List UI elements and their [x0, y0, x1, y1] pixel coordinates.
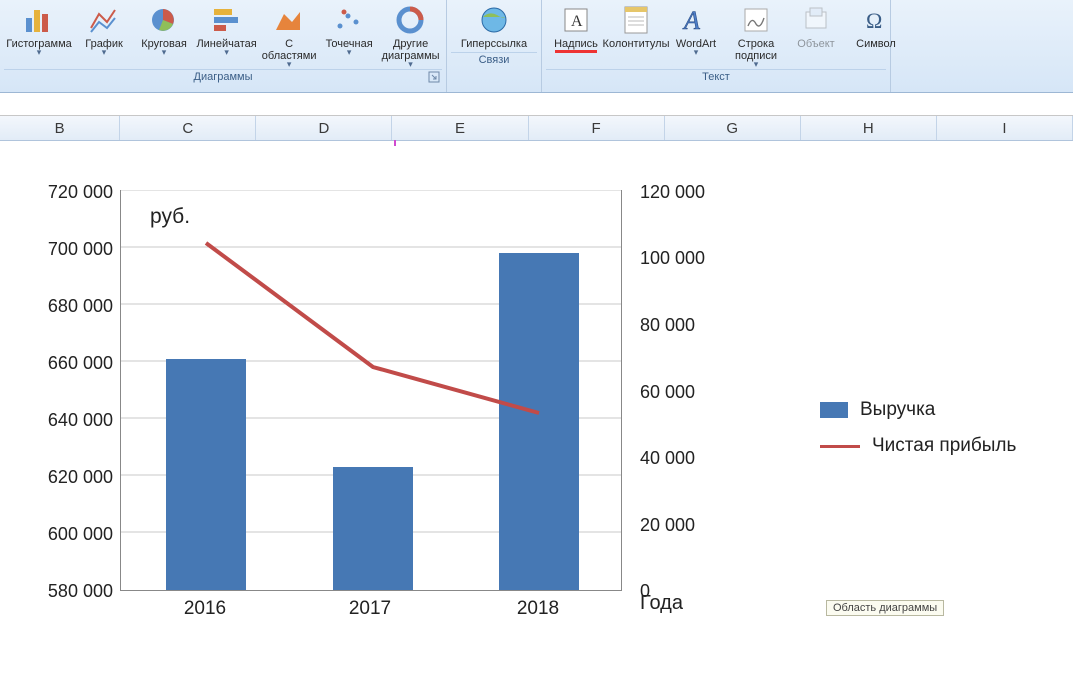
signature-icon	[740, 4, 772, 36]
y-left-tick: 580 000	[23, 581, 113, 602]
dropdown-caret-icon: ▾	[102, 50, 107, 55]
dropdown-caret-icon: ▾	[408, 62, 413, 67]
btn-chart-scatter[interactable]: Точечная ▾	[319, 2, 379, 57]
dialog-launcher-icon[interactable]	[428, 71, 440, 83]
svg-text:A: A	[682, 6, 700, 35]
dropdown-caret-icon: ▾	[162, 50, 167, 55]
omega-icon: Ω	[860, 4, 892, 36]
bar-chart-icon	[211, 4, 243, 36]
chart-legend[interactable]: Выручка Чистая прибыль	[820, 385, 1016, 471]
scatter-chart-icon	[333, 4, 365, 36]
dropdown-caret-icon: ▾	[224, 50, 229, 55]
y-right-tick: 20 000	[640, 515, 730, 536]
btn-wordart[interactable]: A WordArt ▾	[666, 2, 726, 57]
dropdown-caret-icon: ▾	[287, 62, 292, 67]
legend-item-line[interactable]: Чистая прибыль	[820, 435, 1016, 457]
legend-swatch-bar	[820, 402, 848, 418]
plot-area[interactable]	[120, 190, 622, 591]
chart-area[interactable]: 720 000 700 000 680 000 660 000 640 000 …	[0, 160, 1073, 670]
active-underline	[555, 50, 597, 53]
btn-hyperlink[interactable]: Гиперссылка	[451, 2, 537, 52]
other-charts-icon	[395, 4, 427, 36]
legend-label: Выручка	[860, 399, 935, 421]
y-right-tick: 60 000	[640, 382, 730, 403]
y-right-tick: 120 000	[640, 182, 730, 203]
x-axis-title[interactable]: Года	[640, 592, 683, 615]
btn-signature-line[interactable]: Строка подписи ▾	[726, 2, 786, 69]
headerfooter-icon	[620, 4, 652, 36]
btn-label: Символ	[856, 38, 896, 50]
wordart-icon: A	[680, 4, 712, 36]
btn-symbol[interactable]: Ω Символ	[846, 2, 906, 52]
y-left-tick: 700 000	[23, 239, 113, 260]
y-left-tick: 720 000	[23, 182, 113, 203]
btn-chart-column[interactable]: Гистограмма ▾	[4, 2, 74, 57]
globe-icon	[478, 4, 510, 36]
btn-chart-bar[interactable]: Линейчатая ▾	[194, 2, 259, 57]
col-header[interactable]: I	[937, 116, 1073, 140]
group-title-links: Связи	[451, 52, 537, 67]
col-header[interactable]: G	[665, 116, 801, 140]
group-title-label: Диаграммы	[194, 71, 253, 83]
group-title-label: Связи	[479, 54, 510, 66]
dropdown-caret-icon: ▾	[754, 62, 759, 67]
btn-label: Надпись	[554, 38, 598, 50]
svg-text:Ω: Ω	[866, 8, 882, 33]
dropdown-caret-icon: ▾	[37, 50, 42, 55]
btn-label: Гиперссылка	[461, 38, 527, 50]
btn-label: Колонтитулы	[603, 38, 670, 50]
y-left-tick: 620 000	[23, 467, 113, 488]
btn-chart-other[interactable]: Другие диаграммы ▾	[379, 2, 442, 69]
group-title-label: Текст	[702, 71, 730, 83]
formula-bar[interactable]	[0, 93, 1073, 116]
dropdown-caret-icon: ▾	[347, 50, 352, 55]
btn-chart-area[interactable]: С областями ▾	[259, 2, 319, 69]
btn-chart-line[interactable]: График ▾	[74, 2, 134, 57]
x-tick: 2018	[498, 598, 578, 620]
ribbon-group-charts: Гистограмма ▾ График ▾ Круговая ▾	[0, 0, 447, 92]
column-resize-marker	[394, 140, 396, 146]
ribbon-group-links: Гиперссылка Связи	[447, 0, 542, 92]
col-header[interactable]: F	[529, 116, 665, 140]
group-title-text: Текст	[546, 69, 886, 84]
line-series[interactable]	[121, 190, 621, 590]
column-chart-icon	[23, 4, 55, 36]
y-left-tick: 680 000	[23, 296, 113, 317]
col-header[interactable]: D	[256, 116, 392, 140]
col-header[interactable]: C	[120, 116, 256, 140]
y-right-tick: 80 000	[640, 315, 730, 336]
y-right-tick: 100 000	[640, 248, 730, 269]
y-left-tick: 640 000	[23, 410, 113, 431]
col-header[interactable]: H	[801, 116, 937, 140]
btn-headerfooter[interactable]: Колонтитулы	[606, 2, 666, 52]
column-headers: B C D E F G H I	[0, 116, 1073, 141]
y-right-tick: 40 000	[640, 448, 730, 469]
pie-chart-icon	[148, 4, 180, 36]
x-tick: 2016	[165, 598, 245, 620]
dropdown-caret-icon: ▾	[694, 50, 699, 55]
textbox-icon: A	[560, 4, 592, 36]
chart-tooltip: Область диаграммы	[826, 600, 944, 616]
y-left-tick: 600 000	[23, 524, 113, 545]
object-icon	[800, 4, 832, 36]
legend-label: Чистая прибыль	[872, 435, 1016, 457]
legend-item-bar[interactable]: Выручка	[820, 399, 1016, 421]
btn-label: Объект	[797, 38, 834, 50]
col-header[interactable]: E	[392, 116, 528, 140]
area-chart-icon	[273, 4, 305, 36]
ribbon: Гистограмма ▾ График ▾ Круговая ▾	[0, 0, 1073, 93]
line-chart-icon	[88, 4, 120, 36]
svg-text:A: A	[571, 13, 583, 30]
btn-chart-pie[interactable]: Круговая ▾	[134, 2, 194, 57]
group-title-charts: Диаграммы	[4, 69, 442, 84]
btn-object[interactable]: Объект	[786, 2, 846, 52]
x-tick: 2017	[330, 598, 410, 620]
btn-textbox[interactable]: A Надпись	[546, 2, 606, 55]
y-left-tick: 660 000	[23, 353, 113, 374]
legend-swatch-line	[820, 445, 860, 448]
col-header[interactable]: B	[0, 116, 120, 140]
ribbon-group-text: A Надпись Колонтитулы A WordArt ▾	[542, 0, 891, 92]
